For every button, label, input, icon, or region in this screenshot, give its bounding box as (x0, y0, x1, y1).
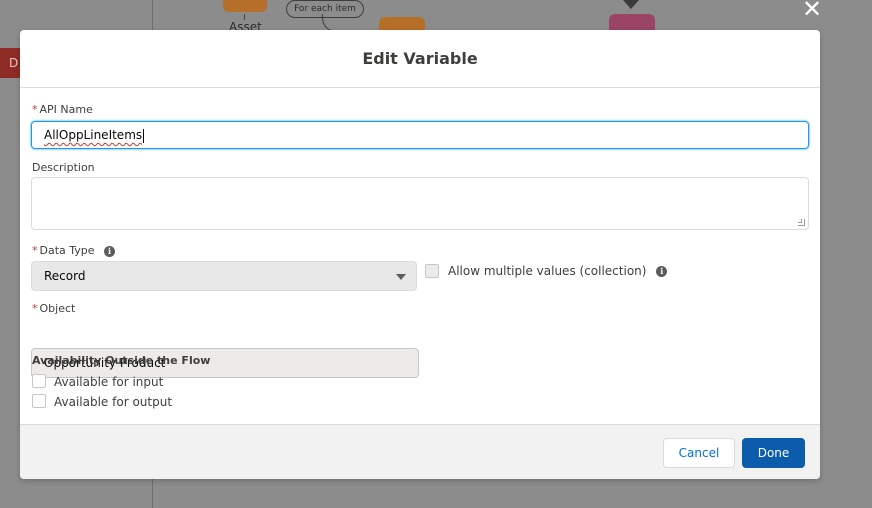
available-for-input-label: Available for input (54, 375, 164, 389)
description-label: Description (32, 161, 95, 174)
modal-title: Edit Variable (362, 49, 478, 68)
allow-multiple-label: Allow multiple values (collection) i (448, 264, 668, 278)
api-name-label: * API Name (32, 103, 93, 116)
availability-heading: Availability Outside the Flow (32, 354, 211, 367)
close-icon[interactable]: ✕ (800, 0, 824, 21)
available-for-output-label: Available for output (54, 395, 173, 409)
object-label: * Object (32, 302, 75, 315)
resize-handle-icon[interactable] (798, 219, 805, 226)
data-type-selected-value: Record (44, 269, 86, 283)
loop-node (379, 17, 425, 31)
connector-arrow (623, 0, 639, 9)
modal-footer: Cancel Done (20, 424, 820, 479)
required-mark: * (32, 302, 38, 315)
asset-node (223, 0, 267, 12)
data-type-label: * Data Type i (32, 244, 116, 257)
required-mark: * (32, 103, 38, 116)
description-textarea[interactable] (31, 177, 809, 230)
required-mark: * (32, 244, 38, 257)
chevron-down-icon (396, 274, 406, 280)
assignment-node (609, 14, 655, 31)
api-name-label-text: API Name (39, 103, 93, 116)
api-name-value: AllOppLineItems (44, 128, 143, 142)
modal-header: Edit Variable (20, 30, 820, 88)
cancel-button[interactable]: Cancel (663, 438, 735, 468)
info-icon[interactable]: i (104, 245, 116, 257)
modal-body: * API Name AllOppLineItems Description * D… (20, 88, 820, 424)
done-button[interactable]: Done (742, 438, 805, 468)
allow-multiple-checkbox[interactable] (425, 264, 439, 278)
allow-multiple-label-text: Allow multiple values (collection) (448, 264, 647, 278)
object-label-text: Object (39, 302, 76, 315)
info-icon[interactable]: i (656, 266, 668, 277)
edit-variable-modal: Edit Variable * API Name AllOppLineItems … (20, 30, 820, 479)
text-caret (143, 128, 145, 143)
available-for-output-checkbox[interactable] (32, 394, 46, 408)
data-type-select[interactable]: Record (31, 261, 417, 291)
data-type-label-text: Data Type (39, 244, 95, 257)
api-name-input[interactable]: AllOppLineItems (31, 121, 809, 149)
available-for-input-checkbox[interactable] (32, 374, 46, 388)
